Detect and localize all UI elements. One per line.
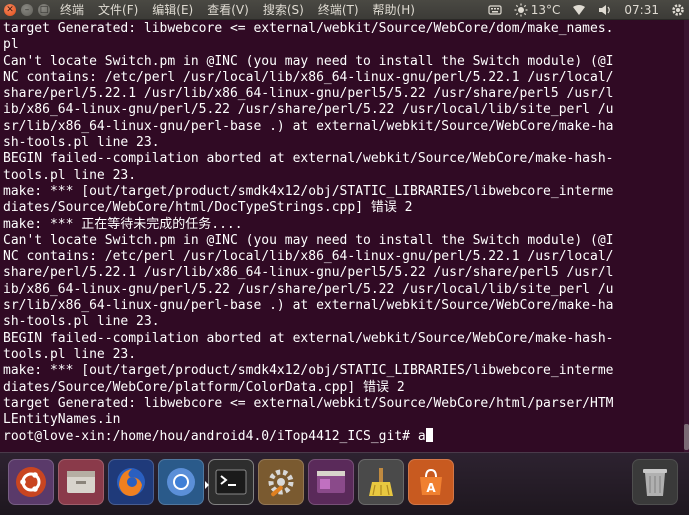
maximize-window-button[interactable]: □: [38, 3, 50, 16]
terminal-output[interactable]: target Generated: libwebcore <= external…: [0, 20, 684, 452]
system-settings-icon[interactable]: [258, 459, 304, 505]
terminal-prompt-line[interactable]: root@love-xin:/home/hou/android4.0/iTop4…: [3, 428, 684, 444]
files-icon[interactable]: [58, 459, 104, 505]
terminal-line: LEntityNames.in: [3, 412, 121, 428]
terminal-line: BEGIN failed--compilation aborted at ext…: [3, 151, 614, 167]
top-panel: ✕ – □ 终端 文件(F) 编辑(E) 查看(V) 搜索(S) 终端(T) 帮…: [0, 0, 689, 20]
terminal-line: target Generated: libwebcore <= external…: [3, 395, 614, 411]
shell-prompt: root@love-xin:/home/hou/android4.0/iTop4…: [3, 429, 418, 445]
terminal-line: Can't locate Switch.pm in @INC (you may …: [3, 232, 614, 248]
keyboard-icon: [488, 5, 502, 15]
terminal-line: diates/Source/WebCore/html/DocTypeString…: [3, 200, 413, 216]
terminal-line: NC contains: /etc/perl /usr/local/lib/x8…: [3, 249, 614, 265]
terminal-line: Can't locate Switch.pm in @INC (you may …: [3, 53, 614, 69]
desktop-screen: ✕ – □ 终端 文件(F) 编辑(E) 查看(V) 搜索(S) 终端(T) 帮…: [0, 0, 689, 515]
terminal-line: pl: [3, 37, 19, 53]
terminal-line: ib/x86_64-linux-gnu/perl/5.22 /usr/share…: [3, 281, 614, 297]
menu-view[interactable]: 查看(V): [207, 1, 249, 18]
terminal-line: tools.pl line 23.: [3, 346, 137, 362]
workspace-switcher-icon[interactable]: [308, 459, 354, 505]
menu-help[interactable]: 帮助(H): [373, 1, 415, 18]
minimize-window-button[interactable]: –: [21, 3, 33, 16]
bleachbit-icon[interactable]: [358, 459, 404, 505]
launcher-dock: A: [0, 452, 689, 515]
terminal-scrollbar[interactable]: [684, 20, 689, 452]
menu-app-title[interactable]: 终端: [60, 1, 84, 18]
menubar: 终端 文件(F) 编辑(E) 查看(V) 搜索(S) 终端(T) 帮助(H): [60, 1, 429, 18]
firefox-icon[interactable]: [108, 459, 154, 505]
terminal-icon[interactable]: [205, 459, 254, 505]
ubuntu-dash-icon[interactable]: [8, 459, 54, 505]
menu-search[interactable]: 搜索(S): [263, 1, 304, 18]
terminal-line: share/perl/5.22.1 /usr/lib/x86_64-linux-…: [3, 265, 614, 281]
terminal-line: NC contains: /etc/perl /usr/local/lib/x8…: [3, 69, 614, 85]
gear-icon: [672, 4, 684, 16]
chromium-icon[interactable]: [158, 459, 204, 505]
session-indicator[interactable]: [671, 3, 685, 17]
trash-icon[interactable]: [632, 459, 678, 505]
indicator-area: 13°C 07:31: [476, 0, 685, 20]
input-method-indicator[interactable]: [488, 4, 502, 16]
terminal-line: make: *** 正在等待未完成的任务....: [3, 216, 243, 232]
terminal-line: make: *** [out/target/product/smdk4x12/o…: [3, 183, 614, 199]
terminal-line: make: *** [out/target/product/smdk4x12/o…: [3, 363, 614, 379]
volume-icon: [599, 5, 611, 15]
network-indicator[interactable]: [572, 4, 586, 16]
command-input[interactable]: a: [418, 429, 426, 444]
active-indicator: [205, 481, 209, 489]
terminal-line: ib/x86_64-linux-gnu/perl/5.22 /usr/share…: [3, 102, 614, 118]
terminal-line: sh-tools.pl line 23.: [3, 314, 160, 330]
menu-file[interactable]: 文件(F): [98, 1, 138, 18]
temperature-label: 13°C: [530, 3, 561, 17]
clock-indicator[interactable]: 07:31: [624, 3, 659, 17]
text-cursor: [425, 428, 433, 443]
network-icon: [573, 5, 586, 15]
terminal-line: target Generated: libwebcore <= external…: [3, 21, 614, 36]
terminal-line: share/perl/5.22.1 /usr/lib/x86_64-linux-…: [3, 86, 614, 102]
terminal-line: diates/Source/WebCore/platform/ColorData…: [3, 379, 405, 395]
terminal-lines: target Generated: libwebcore <= external…: [3, 21, 684, 428]
scrollbar-thumb[interactable]: [684, 424, 689, 450]
close-window-button[interactable]: ✕: [4, 3, 16, 16]
sun-icon: [514, 3, 528, 17]
menu-terminal[interactable]: 终端(T): [318, 1, 359, 18]
terminal-line: BEGIN failed--compilation aborted at ext…: [3, 330, 614, 346]
terminal-line: sr/lib/x86_64-linux-gnu/perl-base .) at …: [3, 298, 614, 314]
sound-indicator[interactable]: [598, 4, 612, 16]
terminal-line: tools.pl line 23.: [3, 167, 137, 183]
software-center-icon[interactable]: A: [408, 459, 454, 505]
svg-text:A: A: [426, 481, 436, 495]
menu-edit[interactable]: 编辑(E): [152, 1, 193, 18]
terminal-line: sr/lib/x86_64-linux-gnu/perl-base .) at …: [3, 118, 614, 134]
terminal-line: sh-tools.pl line 23.: [3, 135, 160, 151]
weather-indicator[interactable]: 13°C: [514, 3, 561, 17]
